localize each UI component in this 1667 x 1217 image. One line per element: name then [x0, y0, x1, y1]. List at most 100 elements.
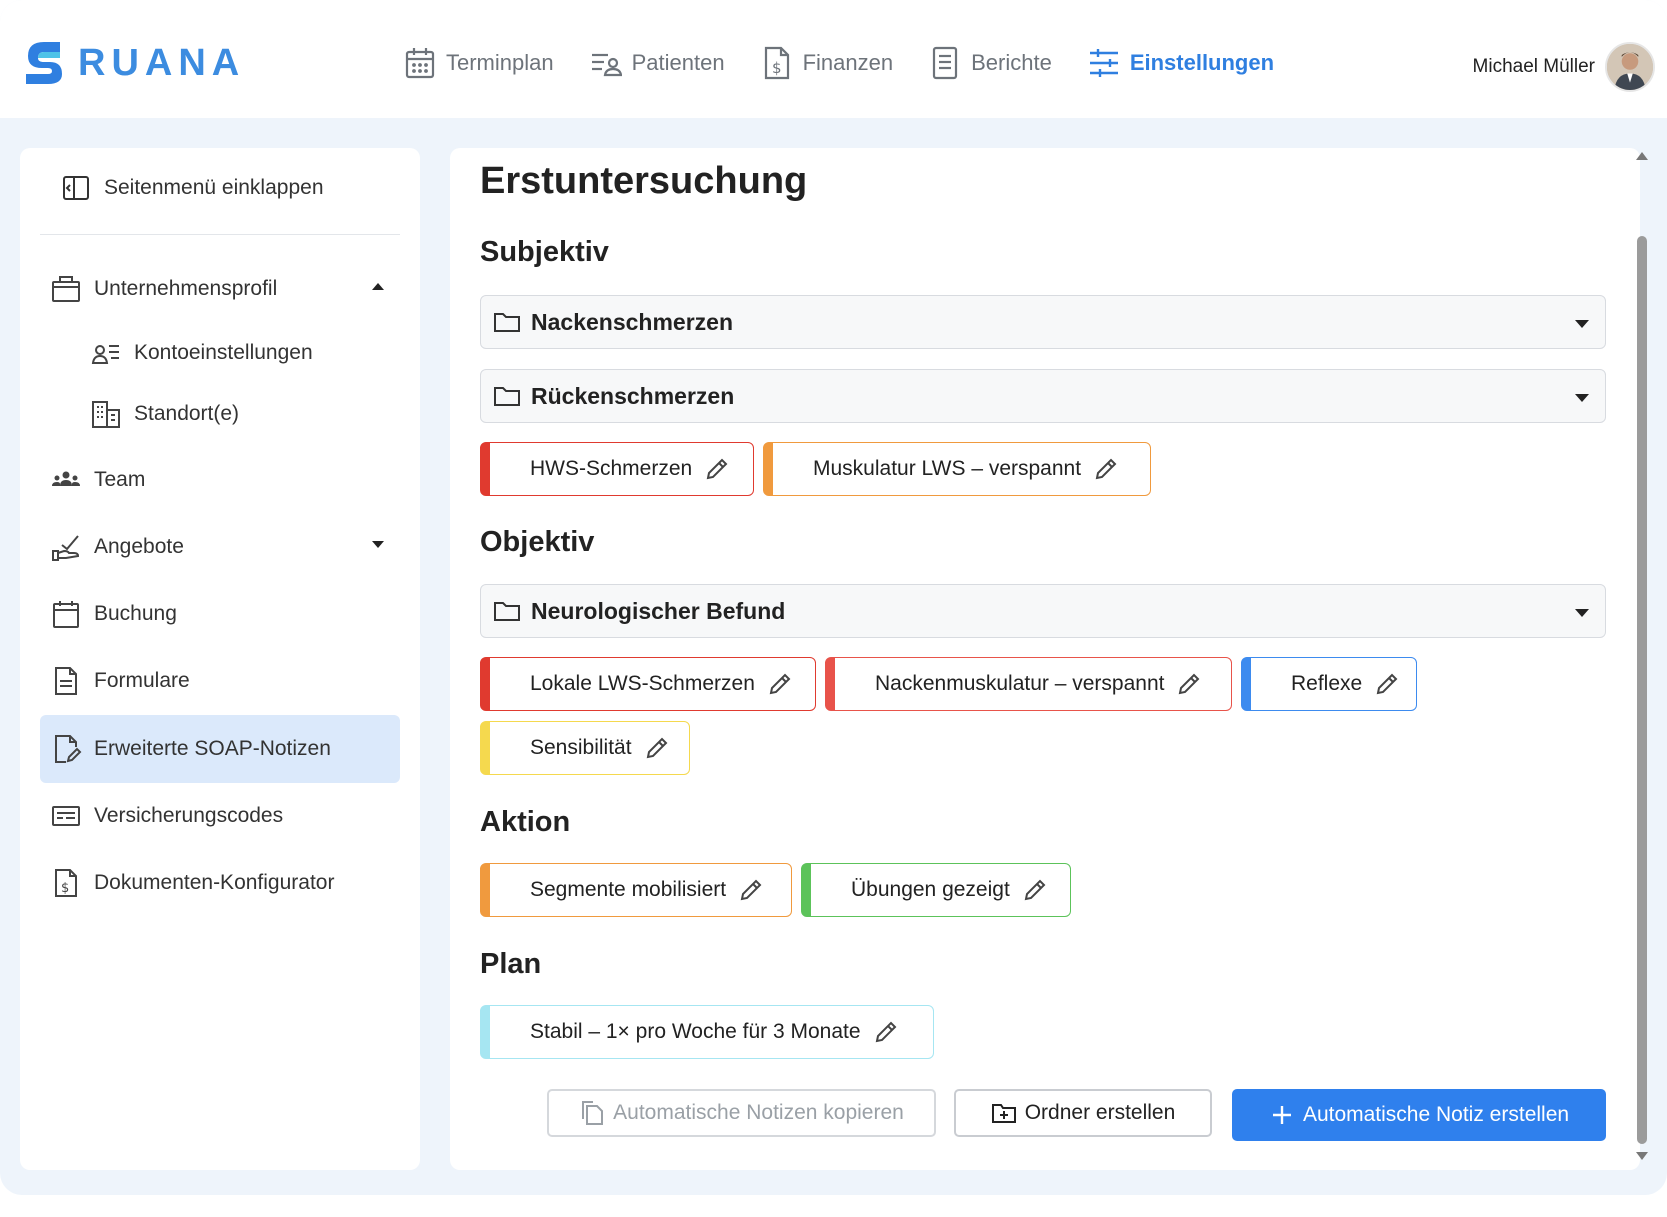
top-navigation-bar: RUANA Terminplan Patienten $ Finanzen Be… — [0, 0, 1667, 118]
note-chip-stabil[interactable]: Stabil – 1× pro Woche für 3 Monate — [480, 1005, 934, 1059]
chip-label: Übungen gezeigt — [851, 878, 1010, 901]
sidebar-item-label: Team — [94, 468, 146, 491]
section-title-aktion: Aktion — [480, 806, 571, 838]
svg-text:$: $ — [772, 59, 782, 77]
offer-hand-icon — [52, 535, 80, 561]
pencil-icon[interactable] — [873, 1019, 899, 1045]
scrollbar-thumb[interactable] — [1637, 236, 1647, 1144]
avatar[interactable] — [1605, 42, 1655, 92]
section-title-plan: Plan — [480, 948, 542, 980]
folder-label: Rückenschmerzen — [531, 382, 735, 409]
chip-label: Nackenmuskulatur – verspannt — [875, 672, 1165, 695]
sidebar-item-unternehmensprofil[interactable]: Unternehmensprofil — [40, 255, 400, 323]
folder-plus-icon — [991, 1104, 1016, 1123]
pencil-icon[interactable] — [767, 671, 793, 697]
chip-label: Sensibilität — [530, 736, 632, 759]
note-chip-lokale-lws-schmerzen[interactable]: Lokale LWS-Schmerzen — [480, 657, 816, 711]
caret-down-icon — [372, 541, 384, 548]
note-chip-muskulatur-lws[interactable]: Muskulatur LWS – verspannt — [763, 442, 1151, 496]
note-chip-uebungen-gezeigt[interactable]: Übungen gezeigt — [801, 863, 1071, 917]
pencil-icon[interactable] — [1022, 877, 1048, 903]
scroll-down-arrow[interactable] — [1636, 1152, 1648, 1160]
note-chip-segmente-mobilisiert[interactable]: Segmente mobilisiert — [480, 863, 792, 917]
nav-label: Berichte — [971, 50, 1052, 75]
sidebar-collapse-icon — [63, 176, 89, 200]
collapse-label: Seitenmenü einklappen — [104, 176, 324, 199]
sidebar-item-kontoeinstellungen[interactable]: Kontoeinstellungen — [80, 319, 400, 387]
nav-terminplan[interactable]: Terminplan — [404, 46, 554, 80]
account-settings-icon — [91, 345, 119, 364]
sidebar-item-buchung[interactable]: Buchung — [40, 580, 400, 648]
caret-down-icon[interactable] — [1575, 320, 1589, 328]
main-content: Erstuntersuchung Subjektiv Nackenschmerz… — [450, 148, 1640, 1170]
caret-down-icon[interactable] — [1575, 609, 1589, 617]
plus-icon — [1272, 1106, 1291, 1124]
button-label: Automatische Notizen kopieren — [613, 1101, 904, 1124]
nav-label: Einstellungen — [1129, 50, 1275, 75]
sidebar-item-label: Dokumenten-Konfigurator — [94, 871, 335, 894]
section-title-subjektiv: Subjektiv — [480, 236, 609, 268]
brand-name: RUANA — [78, 41, 246, 84]
note-chip-nackenmuskulatur[interactable]: Nackenmuskulatur – verspannt — [825, 657, 1232, 711]
pencil-icon[interactable] — [644, 735, 670, 761]
edit-document-icon — [55, 735, 82, 763]
pencil-icon[interactable] — [1374, 671, 1400, 697]
sidebar-item-erweiterte-soap-notizen[interactable]: Erweiterte SOAP-Notizen — [40, 715, 400, 783]
nav-finanzen[interactable]: $ Finanzen — [761, 46, 894, 80]
sidebar-item-label: Kontoeinstellungen — [134, 341, 313, 364]
folder-label: Neurologischer Befund — [531, 597, 786, 624]
sidebar-item-formulare[interactable]: Formulare — [40, 647, 400, 715]
pencil-icon[interactable] — [704, 456, 730, 482]
section-title-objektiv: Objektiv — [480, 526, 595, 558]
collapse-sidebar-button[interactable]: Seitenmenü einklappen — [62, 174, 324, 202]
folder-icon — [494, 602, 520, 621]
copy-icon — [582, 1101, 604, 1125]
building-icon — [92, 401, 120, 428]
sidebar-item-label: Erweiterte SOAP-Notizen — [94, 737, 331, 760]
sidebar-item-team[interactable]: Team — [40, 446, 400, 514]
button-label: Ordner erstellen — [1024, 1101, 1176, 1124]
sidebar-item-standorte[interactable]: Standort(e) — [80, 380, 400, 448]
nav-label: Terminplan — [446, 50, 554, 75]
sidebar-item-versicherungscodes[interactable]: Versicherungscodes — [40, 782, 400, 850]
nav-label: Finanzen — [802, 50, 894, 75]
user-menu[interactable]: Michael Müller — [1473, 42, 1655, 92]
folder-icon — [494, 387, 520, 406]
sidebar-item-label: Versicherungscodes — [94, 804, 284, 827]
briefcase-icon — [52, 276, 80, 302]
folder-neurologischer-befund[interactable]: Neurologischer Befund — [480, 584, 1606, 638]
sidebar-item-dokumenten-konfigurator[interactable]: $ Dokumenten-Konfigurator — [40, 849, 400, 917]
note-chip-reflexe[interactable]: Reflexe — [1241, 657, 1417, 711]
note-chip-hws-schmerzen[interactable]: HWS-Schmerzen — [480, 442, 754, 496]
main-navigation: Terminplan Patienten $ Finanzen Berichte… — [404, 46, 1310, 80]
nav-patienten[interactable]: Patienten — [590, 46, 725, 80]
folder-nackenschmerzen[interactable]: Nackenschmerzen — [480, 295, 1606, 349]
app-window: RUANA Terminplan Patienten $ Finanzen Be… — [0, 0, 1667, 1195]
form-document-icon — [55, 667, 77, 695]
caret-down-icon[interactable] — [1575, 394, 1589, 402]
nav-berichte[interactable]: Berichte — [929, 46, 1052, 80]
nav-einstellungen[interactable]: Einstellungen — [1088, 46, 1274, 80]
brand-logo[interactable]: RUANA — [20, 38, 245, 88]
create-auto-note-button[interactable]: Automatische Notiz erstellen — [1232, 1089, 1606, 1141]
folder-rueckenschmerzen[interactable]: Rückenschmerzen — [480, 369, 1606, 423]
nav-label: Patienten — [631, 50, 725, 75]
create-folder-button[interactable]: Ordner erstellen — [954, 1089, 1212, 1137]
pencil-icon[interactable] — [1093, 456, 1119, 482]
sidebar-item-label: Unternehmensprofil — [94, 277, 278, 300]
note-chip-sensibilitaet[interactable]: Sensibilität — [480, 721, 690, 775]
copy-notes-button[interactable]: Automatische Notizen kopieren — [547, 1089, 936, 1137]
page-title: Erstuntersuchung — [480, 160, 808, 202]
pencil-icon[interactable] — [738, 877, 764, 903]
pencil-icon[interactable] — [1176, 671, 1202, 697]
sidebar-item-angebote[interactable]: Angebote — [40, 513, 400, 581]
svg-text:$: $ — [61, 881, 69, 896]
chip-label: Reflexe — [1291, 672, 1363, 695]
chip-label: HWS-Schmerzen — [530, 457, 693, 480]
calendar-icon — [53, 601, 79, 628]
sidebar-item-label: Buchung — [94, 602, 177, 625]
scroll-up-arrow[interactable] — [1636, 152, 1648, 160]
user-name: Michael Müller — [1472, 56, 1595, 77]
button-label: Automatische Notiz erstellen — [1302, 1103, 1570, 1126]
folder-icon — [494, 313, 520, 332]
